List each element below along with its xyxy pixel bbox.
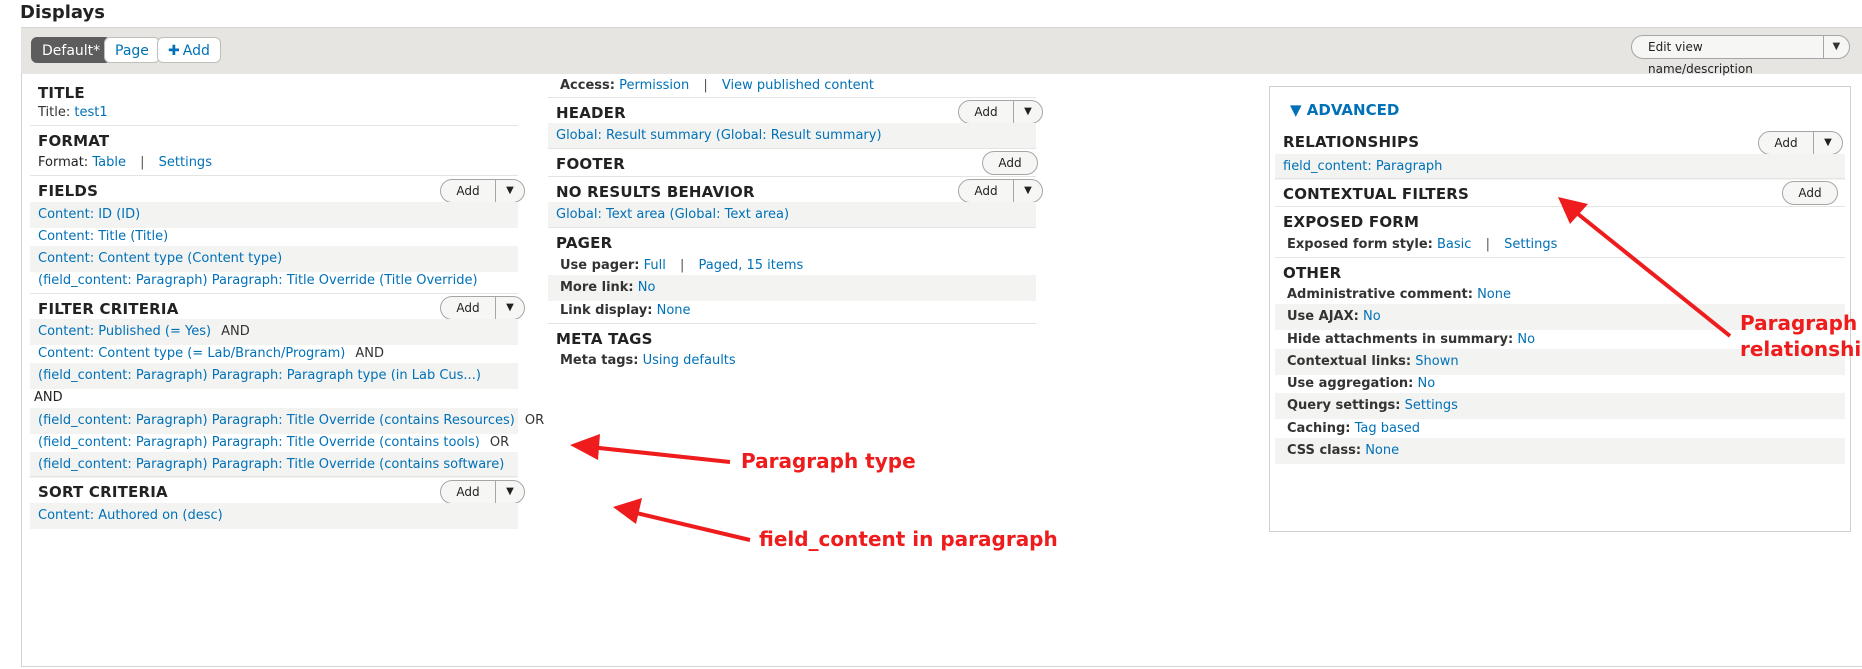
annotation-relationship-line1: Paragraph: [1740, 311, 1858, 335]
annotation-field-content: field_content in paragraph: [759, 527, 1058, 551]
annotation-relationship-line2: relationship: [1740, 337, 1862, 361]
annotation-arrows: [570, 197, 1732, 542]
annotation-paragraph-type: Paragraph type: [741, 449, 916, 473]
arrow-paragraph-relationship: [1558, 197, 1732, 338]
arrow-paragraph-type: [570, 434, 731, 464]
arrow-field-content: [613, 498, 751, 542]
